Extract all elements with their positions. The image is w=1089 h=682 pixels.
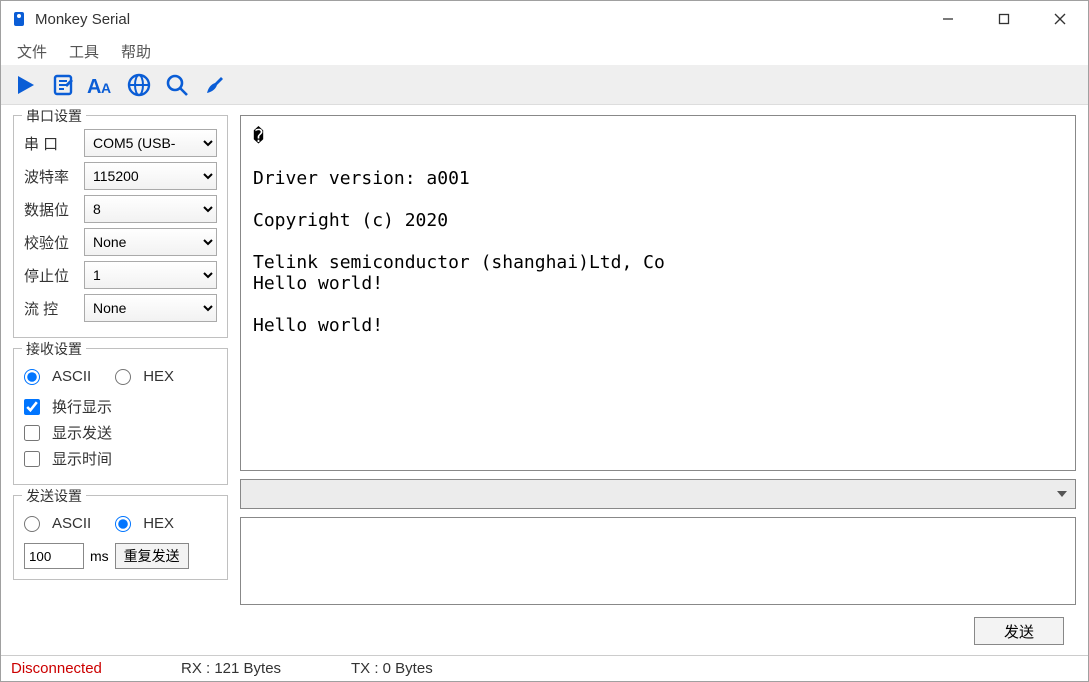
send-settings-legend: 发送设置 <box>22 486 86 506</box>
show-time-checkbox[interactable]: 显示时间 <box>24 448 217 469</box>
flow-select[interactable]: None <box>84 294 217 322</box>
recv-settings-legend: 接收设置 <box>22 339 86 359</box>
search-icon[interactable] <box>163 71 191 99</box>
serial-settings-legend: 串口设置 <box>22 106 86 126</box>
titlebar: Monkey Serial <box>1 1 1088 37</box>
play-icon[interactable] <box>11 71 39 99</box>
terminal-output[interactable]: � Driver version: a001 Copyright (c) 202… <box>240 115 1076 471</box>
maximize-button[interactable] <box>976 1 1032 37</box>
globe-icon[interactable] <box>125 71 153 99</box>
statusbar: Disconnected RX : 121 Bytes TX : 0 Bytes <box>1 655 1088 681</box>
stopbits-select[interactable]: 1 <box>84 261 217 289</box>
send-settings-group: 发送设置 ASCII HEX ms 重复发送 <box>13 495 228 580</box>
repeat-send-button[interactable]: 重复发送 <box>115 543 189 569</box>
port-select[interactable]: COM5 (USB- <box>84 129 217 157</box>
left-panel: 串口设置 串 口 COM5 (USB- 波特率 115200 数据位 8 校验位… <box>13 115 228 645</box>
notes-icon[interactable] <box>49 71 77 99</box>
app-window: Monkey Serial 文件 工具 帮助 AA 串口设置 串 口 COM5 … <box>0 0 1089 682</box>
recv-ascii-radio[interactable]: ASCII <box>24 368 91 385</box>
recv-hex-radio[interactable]: HEX <box>115 368 174 385</box>
send-textbox[interactable] <box>240 517 1076 605</box>
connection-status: Disconnected <box>11 660 181 677</box>
toolbar: AA <box>1 65 1088 105</box>
send-hex-radio[interactable]: HEX <box>115 515 174 532</box>
menu-help[interactable]: 帮助 <box>115 39 157 64</box>
recv-settings-group: 接收设置 ASCII HEX 换行显示 显示发送 显示时间 <box>13 348 228 485</box>
parity-label: 校验位 <box>24 232 84 253</box>
port-label: 串 口 <box>24 133 84 154</box>
rx-status: RX : 121 Bytes <box>181 660 351 677</box>
window-buttons <box>920 1 1088 37</box>
font-icon[interactable]: AA <box>87 71 115 99</box>
app-icon <box>11 11 27 27</box>
interval-input[interactable] <box>24 543 84 569</box>
parity-select[interactable]: None <box>84 228 217 256</box>
baud-label: 波特率 <box>24 166 84 187</box>
menu-file[interactable]: 文件 <box>11 39 53 64</box>
baud-select[interactable]: 115200 <box>84 162 217 190</box>
minimize-button[interactable] <box>920 1 976 37</box>
ms-label: ms <box>90 548 109 564</box>
send-bar: 发送 <box>240 613 1076 645</box>
brush-icon[interactable] <box>201 71 229 99</box>
show-send-checkbox[interactable]: 显示发送 <box>24 422 217 443</box>
menubar: 文件 工具 帮助 <box>1 37 1088 65</box>
content-area: 串口设置 串 口 COM5 (USB- 波特率 115200 数据位 8 校验位… <box>1 105 1088 655</box>
history-dropdown[interactable] <box>240 479 1076 509</box>
tx-status: TX : 0 Bytes <box>351 660 521 677</box>
send-button[interactable]: 发送 <box>974 617 1064 645</box>
databits-select[interactable]: 8 <box>84 195 217 223</box>
window-title: Monkey Serial <box>35 11 920 28</box>
menu-tools[interactable]: 工具 <box>63 39 105 64</box>
right-panel: � Driver version: a001 Copyright (c) 202… <box>240 115 1076 645</box>
close-button[interactable] <box>1032 1 1088 37</box>
wrap-checkbox[interactable]: 换行显示 <box>24 396 217 417</box>
serial-settings-group: 串口设置 串 口 COM5 (USB- 波特率 115200 数据位 8 校验位… <box>13 115 228 338</box>
stopbits-label: 停止位 <box>24 265 84 286</box>
flow-label: 流 控 <box>24 298 84 319</box>
send-ascii-radio[interactable]: ASCII <box>24 515 91 532</box>
svg-text:A: A <box>87 76 101 97</box>
svg-text:A: A <box>101 80 111 96</box>
databits-label: 数据位 <box>24 199 84 220</box>
